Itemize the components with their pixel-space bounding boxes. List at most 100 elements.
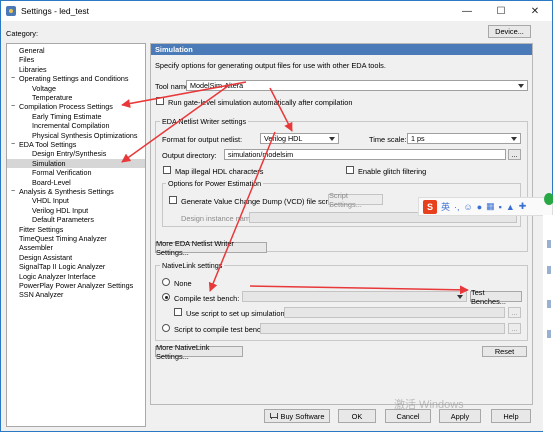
tree-item[interactable]: − Analysis & Synthesis Settings (7, 187, 145, 196)
enable-glitch-checkbox[interactable] (346, 166, 354, 174)
tree-collapse-icon[interactable]: − (11, 140, 15, 149)
tree-item[interactable]: Design Assistant (7, 253, 145, 262)
tree-item[interactable]: − Operating Settings and Conditions (7, 74, 145, 83)
quartus-app-icon (5, 5, 17, 17)
tree-collapse-icon[interactable]: − (11, 102, 15, 111)
tree-item[interactable]: SignalTap II Logic Analyzer (7, 262, 145, 271)
tree-item[interactable]: Temperature (7, 93, 145, 102)
format-label: Format for output netlist: (162, 135, 243, 144)
tree-item[interactable]: SSN Analyzer (7, 290, 145, 299)
time-scale-select[interactable]: 1 ps (407, 133, 521, 144)
output-directory-browse-button[interactable]: ... (508, 149, 521, 160)
generate-vcd-checkbox[interactable] (169, 196, 177, 204)
tree-item[interactable]: Physical Synthesis Optimizations (7, 131, 145, 140)
tree-item-label: Fitter Settings (19, 224, 64, 234)
keyboard-icon[interactable]: ▦ (486, 201, 495, 212)
tree-item[interactable]: Design Entry/Synthesis (7, 149, 145, 158)
tree-item-label: Default Parameters (32, 215, 94, 225)
script-compile-radio[interactable] (162, 324, 170, 332)
tree-item-label: Physical Synthesis Optimizations (32, 130, 138, 140)
compile-test-bench-select[interactable] (242, 291, 467, 302)
run-gate-level-label: Run gate-level simulation automatically … (168, 98, 353, 107)
tool-name-select[interactable]: ModelSim-Altera (186, 80, 528, 91)
none-radio[interactable] (162, 278, 170, 286)
tree-item[interactable]: Early Timing Estimate (7, 112, 145, 121)
help-button[interactable]: Help (491, 409, 531, 423)
tools-icon[interactable]: ✚ (519, 201, 527, 212)
tree-item[interactable]: PowerPlay Power Analyzer Settings (7, 281, 145, 290)
use-script-browse-button[interactable]: ... (508, 307, 521, 318)
tree-item-label: Files (19, 55, 35, 65)
tree-item-label: Analysis & Synthesis Settings (19, 187, 114, 196)
tree-item[interactable]: Logic Analyzer Interface (7, 272, 145, 281)
use-script-checkbox[interactable] (174, 308, 182, 316)
tree-item[interactable]: Simulation (7, 158, 145, 168)
tree-item-label: Logic Analyzer Interface (19, 271, 96, 281)
tree-item[interactable]: General (7, 46, 145, 55)
window-controls: — ☐ ✕ (450, 1, 552, 21)
tree-item[interactable]: TimeQuest Timing Analyzer (7, 234, 145, 243)
tree-item[interactable]: Libraries (7, 65, 145, 74)
device-button[interactable]: Device... (488, 25, 531, 38)
map-illegal-checkbox[interactable] (163, 166, 171, 174)
more-nativelink-settings-button[interactable]: More NativeLink Settings... (155, 343, 243, 361)
panel-description: Specify options for generating output fi… (155, 61, 386, 70)
ok-button[interactable]: OK (338, 409, 376, 423)
tree-item-label: SignalTap II Logic Analyzer (19, 262, 106, 272)
format-value: Verilog HDL (264, 134, 303, 143)
tree-item-label: Design Entry/Synthesis (32, 149, 107, 159)
close-button[interactable]: ✕ (518, 1, 552, 21)
output-directory-label: Output directory: (162, 151, 217, 160)
ime-toolbar[interactable]: S 英 ·, ☺ ● ▦ ▪ ▲ ✚ (418, 197, 553, 216)
tree-collapse-icon[interactable]: − (11, 74, 15, 83)
skin-icon[interactable]: ▪ (499, 202, 502, 212)
tree-item[interactable]: VHDL Input (7, 196, 145, 205)
emoji-icon[interactable]: ☺ (464, 202, 473, 212)
shirt-icon[interactable]: ▲ (506, 202, 515, 212)
format-select[interactable]: Verilog HDL (260, 133, 339, 144)
ime-language-toggle[interactable]: 英 (441, 200, 450, 213)
tree-item[interactable]: Voltage (7, 84, 145, 93)
dropdown-arrow-icon (329, 137, 335, 141)
tree-item[interactable]: Formal Verification (7, 168, 145, 177)
tree-item-label: Voltage (32, 83, 56, 93)
tree-item[interactable]: Default Parameters (7, 215, 145, 224)
reset-button[interactable]: Reset (482, 346, 527, 357)
background-app-icon (544, 193, 553, 205)
more-eda-netlist-settings-button[interactable]: More EDA Netlist Writer Settings... (155, 239, 267, 257)
maximize-button[interactable]: ☐ (484, 1, 518, 21)
design-instance-label: Design instance name: (181, 214, 257, 223)
run-gate-level-checkbox[interactable] (156, 97, 164, 105)
use-script-input[interactable] (284, 307, 505, 318)
tree-item-label: Incremental Compilation (32, 121, 110, 131)
simulation-panel: Simulation Specify options for generatin… (150, 43, 533, 405)
mic-icon[interactable]: ● (477, 202, 482, 212)
script-compile-browse-button[interactable]: ... (508, 323, 521, 334)
tree-collapse-icon[interactable]: − (11, 187, 15, 196)
tree-item[interactable]: Incremental Compilation (7, 121, 145, 130)
tree-item-label: EDA Tool Settings (19, 140, 77, 149)
tree-item[interactable]: − EDA Tool Settings (7, 140, 145, 149)
output-directory-input[interactable]: simulation/modelsim (224, 149, 506, 160)
time-scale-label: Time scale: (369, 135, 407, 144)
enable-glitch-label: Enable glitch filtering (358, 167, 427, 176)
tree-item[interactable]: Files (7, 55, 145, 64)
compile-test-bench-radio[interactable] (162, 293, 170, 301)
tree-item[interactable]: − Compilation Process Settings (7, 102, 145, 111)
tree-item[interactable]: Assembler (7, 243, 145, 252)
punctuation-icon[interactable]: ·, (454, 202, 460, 212)
tree-item-label: VHDL Input (32, 196, 69, 206)
category-label: Category: (6, 29, 39, 38)
tree-item[interactable]: Verilog HDL Input (7, 206, 145, 215)
script-compile-input[interactable] (260, 323, 505, 334)
shopping-cart-icon (269, 412, 278, 420)
tree-item[interactable]: Board-Level (7, 178, 145, 187)
tree-item[interactable]: Fitter Settings (7, 225, 145, 234)
test-benches-button[interactable]: Test Benches... (470, 288, 522, 306)
tree-item-label: Assembler (19, 243, 53, 253)
script-settings-button[interactable]: Script Settings... (328, 191, 383, 209)
category-tree[interactable]: General Files Libraries − Operating Settings… (6, 43, 146, 427)
buy-software-button[interactable]: Buy Software (264, 409, 330, 423)
background-mark-icon (547, 300, 551, 308)
minimize-button[interactable]: — (450, 1, 484, 21)
